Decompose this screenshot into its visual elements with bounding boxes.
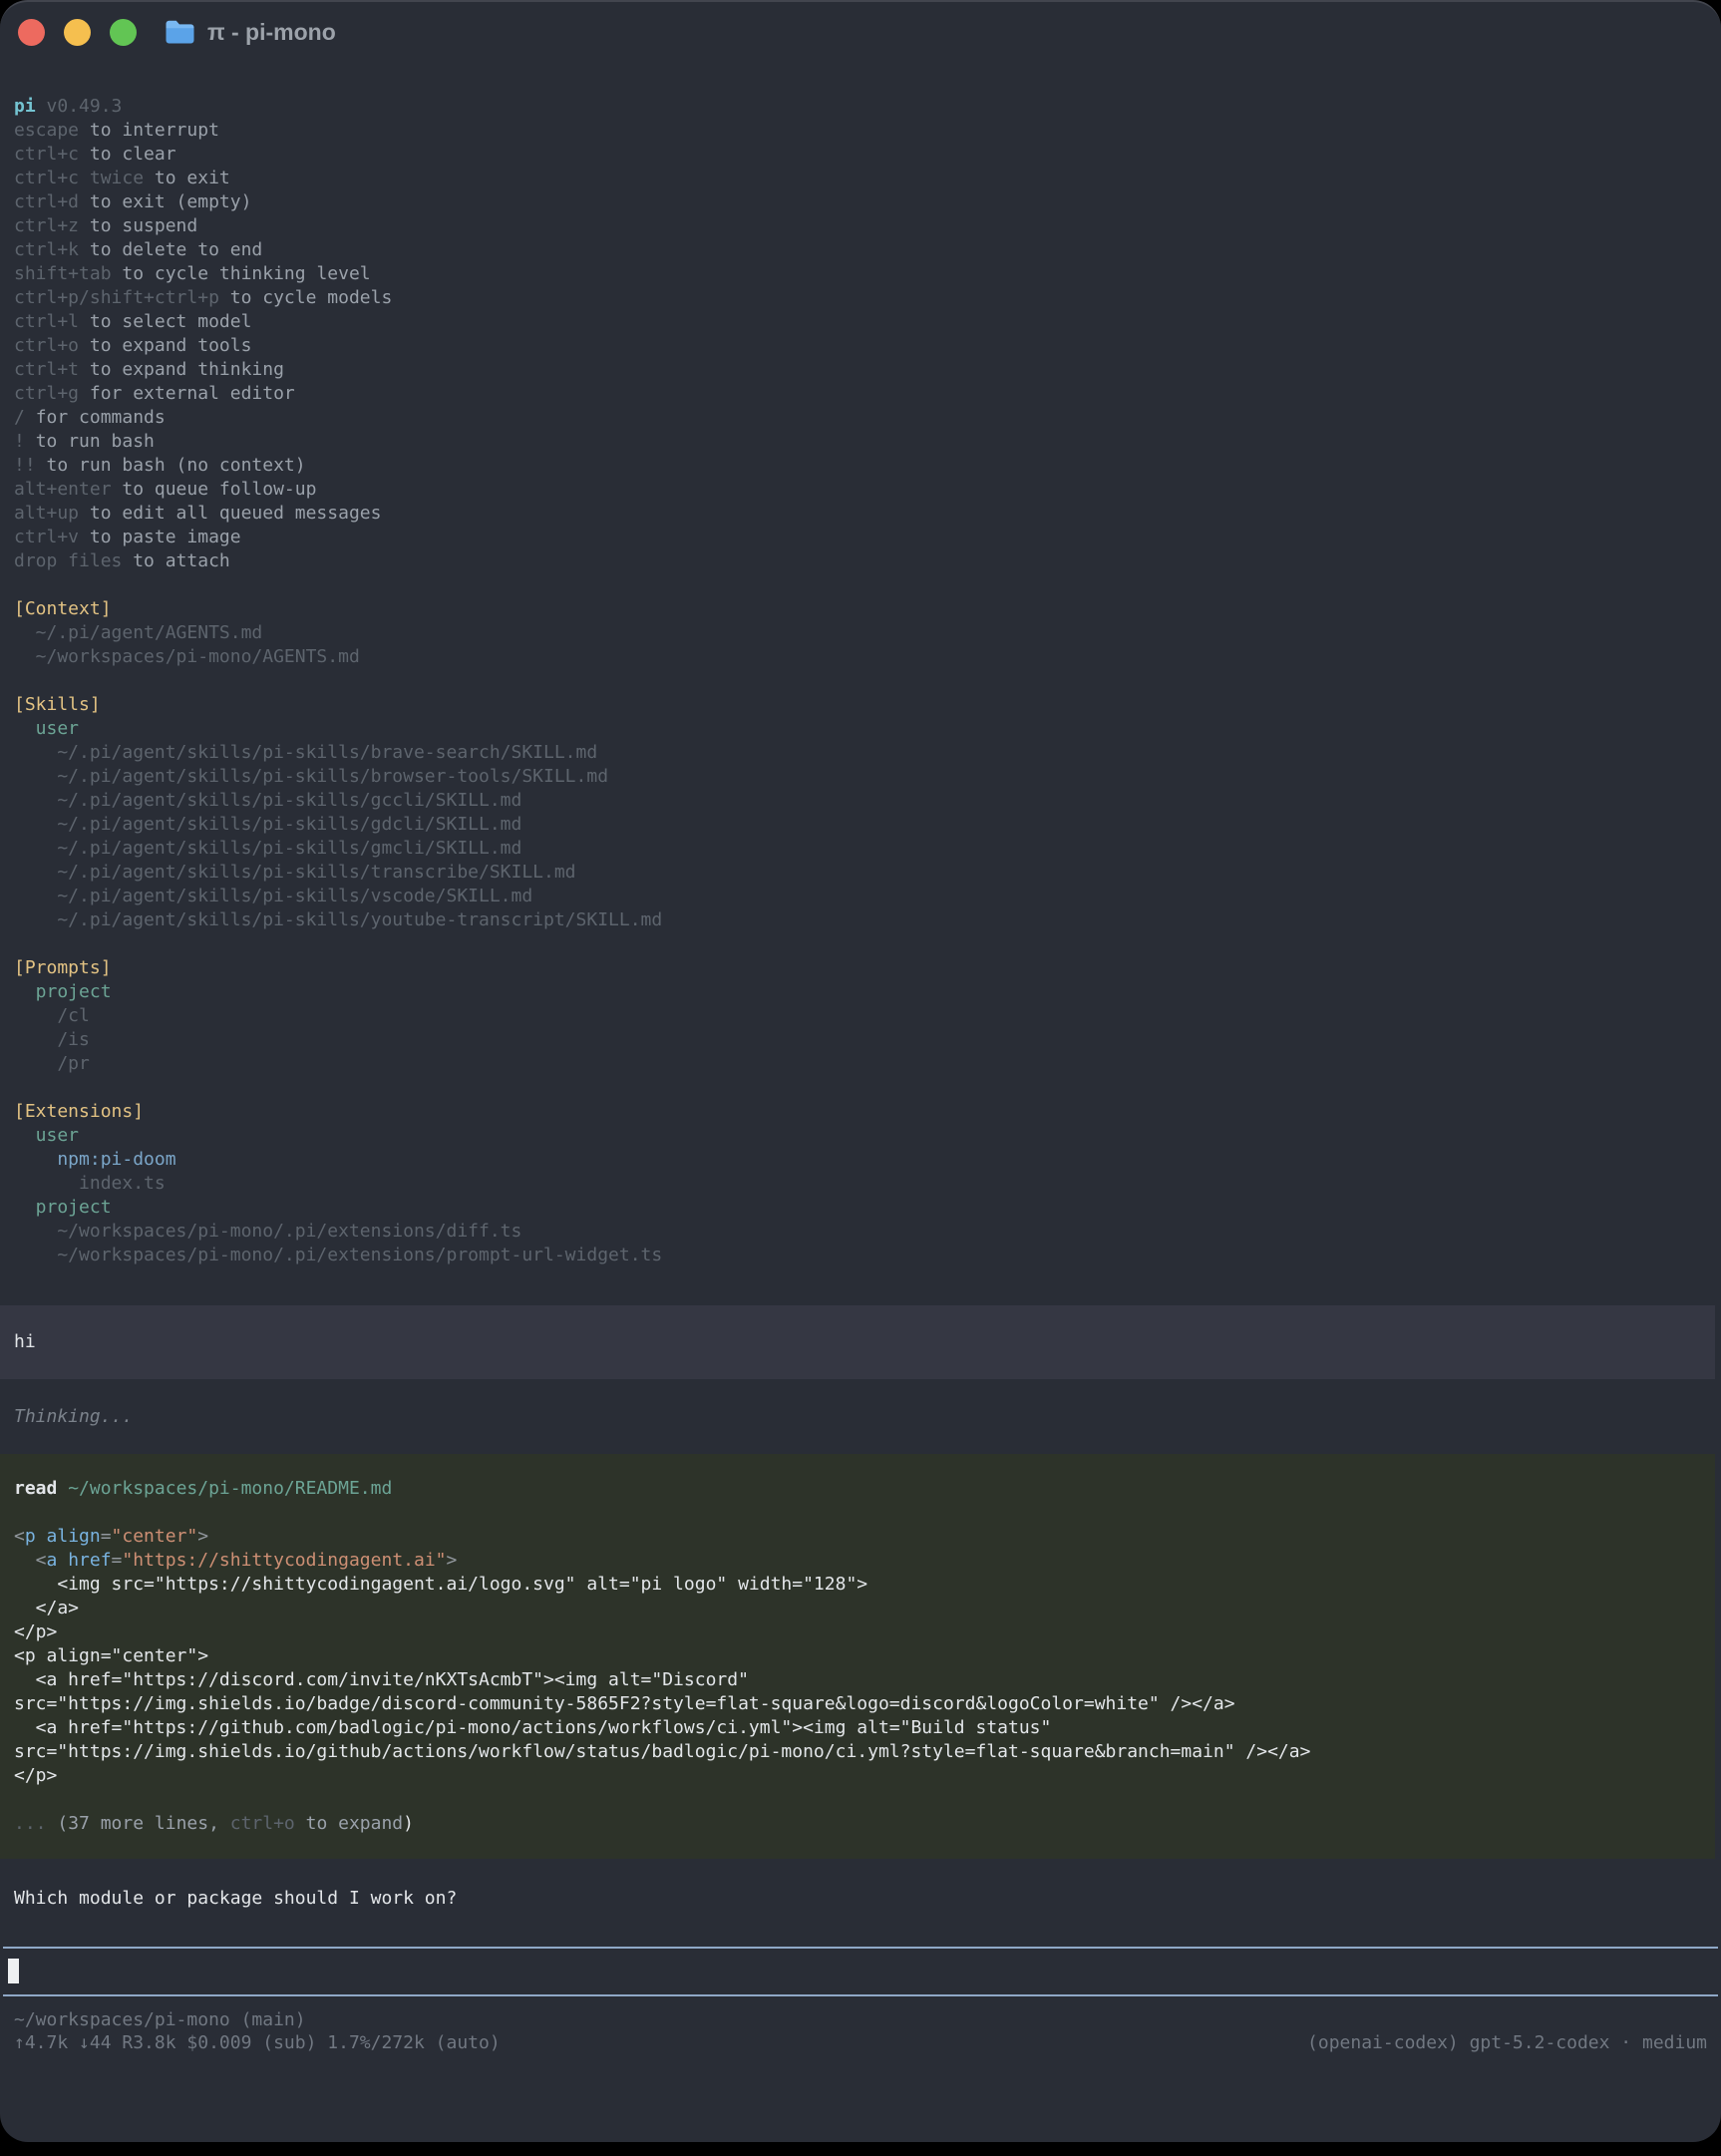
- terminal-line: <a href="https://shittycodingagent.ai">: [14, 1549, 1701, 1573]
- terminal-line: read ~/workspaces/pi-mono/README.md: [14, 1477, 1701, 1501]
- terminal-line: ctrl+t to expand thinking: [14, 358, 1715, 382]
- terminal-line: <a href="https://github.com/badlogic/pi-…: [14, 1716, 1701, 1740]
- terminal-line: shift+tab to cycle thinking level: [14, 262, 1715, 286]
- terminal-line: [Extensions]: [14, 1100, 1715, 1124]
- terminal-line: !! to run bash (no context): [14, 454, 1715, 478]
- terminal-line: ! to run bash: [14, 430, 1715, 454]
- terminal-line: ~/workspaces/pi-mono/.pi/extensions/prom…: [14, 1244, 1715, 1267]
- terminal-line: ctrl+p/shift+ctrl+p to cycle models: [14, 286, 1715, 310]
- terminal-line: ~/workspaces/pi-mono/.pi/extensions/diff…: [14, 1220, 1715, 1244]
- terminal-line: /cl: [14, 1004, 1715, 1028]
- terminal-line: npm:pi-doom: [14, 1148, 1715, 1172]
- status-usage: ↑4.7k ↓44 R3.8k $0.009 (sub) 1.7%/272k (…: [14, 2031, 501, 2054]
- terminal-line: alt+up to edit all queued messages: [14, 502, 1715, 526]
- terminal-line: /pr: [14, 1052, 1715, 1076]
- folder-icon: [165, 20, 195, 45]
- terminal-line: ~/.pi/agent/skills/pi-skills/browser-too…: [14, 765, 1715, 789]
- terminal-line: [14, 932, 1715, 956]
- traffic-lights: [18, 19, 137, 46]
- terminal-line: escape to interrupt: [14, 119, 1715, 143]
- terminal-line: /is: [14, 1028, 1715, 1052]
- terminal-line: </p>: [14, 1620, 1701, 1644]
- terminal-line: project: [14, 1196, 1715, 1220]
- terminal-line: [Skills]: [14, 693, 1715, 717]
- terminal-line: index.ts: [14, 1172, 1715, 1196]
- terminal-window: π - pi-mono pi v0.49.3escape to interrup…: [0, 0, 1721, 2142]
- terminal-line: <p align="center">: [14, 1525, 1701, 1549]
- terminal-line: [14, 1501, 1701, 1525]
- terminal-line: ctrl+o to expand tools: [14, 334, 1715, 358]
- title-bar: π - pi-mono: [0, 2, 1721, 62]
- tool-output-block: read ~/workspaces/pi-mono/README.md <p a…: [0, 1454, 1715, 1859]
- terminal-line: ~/.pi/agent/skills/pi-skills/transcribe/…: [14, 861, 1715, 885]
- terminal-line: ctrl+g for external editor: [14, 382, 1715, 406]
- terminal-line: ~/.pi/agent/skills/pi-skills/gccli/SKILL…: [14, 789, 1715, 813]
- status-bar: ~/workspaces/pi-mono (main) ↑4.7k ↓44 R3…: [0, 2008, 1721, 2054]
- terminal-line: ~/.pi/agent/skills/pi-skills/brave-searc…: [14, 741, 1715, 765]
- terminal-line: [14, 1076, 1715, 1100]
- terminal-line: ... (37 more lines, ctrl+o to expand): [14, 1812, 1701, 1836]
- terminal-line: src="https://img.shields.io/badge/discor…: [14, 1692, 1701, 1716]
- prompt-input[interactable]: [3, 1947, 1718, 1996]
- terminal-line: </a>: [14, 1597, 1701, 1620]
- terminal-line: ~/.pi/agent/skills/pi-skills/gmcli/SKILL…: [14, 837, 1715, 861]
- window-title: π - pi-mono: [207, 19, 336, 46]
- startup-help: pi v0.49.3escape to interruptctrl+c to c…: [0, 95, 1721, 1267]
- terminal-line: ~/.pi/agent/skills/pi-skills/vscode/SKIL…: [14, 885, 1715, 908]
- terminal-content: pi v0.49.3escape to interruptctrl+c to c…: [0, 62, 1721, 2054]
- terminal-line: [Context]: [14, 597, 1715, 621]
- terminal-line: ~/.pi/agent/skills/pi-skills/gdcli/SKILL…: [14, 813, 1715, 837]
- terminal-line: <img src="https://shittycodingagent.ai/l…: [14, 1573, 1701, 1597]
- text-cursor: [8, 1959, 19, 1983]
- terminal-line: user: [14, 1124, 1715, 1148]
- status-model: (openai-codex) gpt-5.2-codex · medium: [1307, 2031, 1707, 2054]
- terminal-line: / for commands: [14, 406, 1715, 430]
- zoom-button[interactable]: [110, 19, 137, 46]
- assistant-message: Which module or package should I work on…: [0, 1887, 1721, 1911]
- terminal-line: ctrl+l to select model: [14, 310, 1715, 334]
- terminal-line: ctrl+d to exit (empty): [14, 190, 1715, 214]
- status-cwd: ~/workspaces/pi-mono (main): [14, 2008, 1707, 2031]
- terminal-line: drop files to attach: [14, 549, 1715, 573]
- status-row: ↑4.7k ↓44 R3.8k $0.009 (sub) 1.7%/272k (…: [14, 2031, 1707, 2054]
- terminal-line: pi v0.49.3: [14, 95, 1715, 119]
- terminal-line: [14, 1788, 1701, 1812]
- user-message-text: hi: [14, 1330, 1701, 1354]
- terminal-line: user: [14, 717, 1715, 741]
- terminal-line: ~/.pi/agent/AGENTS.md: [14, 621, 1715, 645]
- close-button[interactable]: [18, 19, 45, 46]
- terminal-line: ctrl+c twice to exit: [14, 167, 1715, 190]
- terminal-line: ctrl+k to delete to end: [14, 238, 1715, 262]
- terminal-line: [14, 669, 1715, 693]
- user-message: hi: [0, 1305, 1715, 1379]
- terminal-line: </p>: [14, 1764, 1701, 1788]
- thinking-indicator: Thinking...: [0, 1405, 1721, 1429]
- terminal-line: [14, 573, 1715, 597]
- minimize-button[interactable]: [64, 19, 91, 46]
- terminal-line: <a href="https://discord.com/invite/nKXT…: [14, 1668, 1701, 1692]
- terminal-line: project: [14, 980, 1715, 1004]
- terminal-line: alt+enter to queue follow-up: [14, 478, 1715, 502]
- terminal-line: ~/workspaces/pi-mono/AGENTS.md: [14, 645, 1715, 669]
- terminal-line: <p align="center">: [14, 1644, 1701, 1668]
- terminal-line: ~/.pi/agent/skills/pi-skills/youtube-tra…: [14, 908, 1715, 932]
- terminal-line: [Prompts]: [14, 956, 1715, 980]
- terminal-line: ctrl+z to suspend: [14, 214, 1715, 238]
- terminal-line: src="https://img.shields.io/github/actio…: [14, 1740, 1701, 1764]
- terminal-line: ctrl+c to clear: [14, 143, 1715, 167]
- terminal-line: ctrl+v to paste image: [14, 526, 1715, 549]
